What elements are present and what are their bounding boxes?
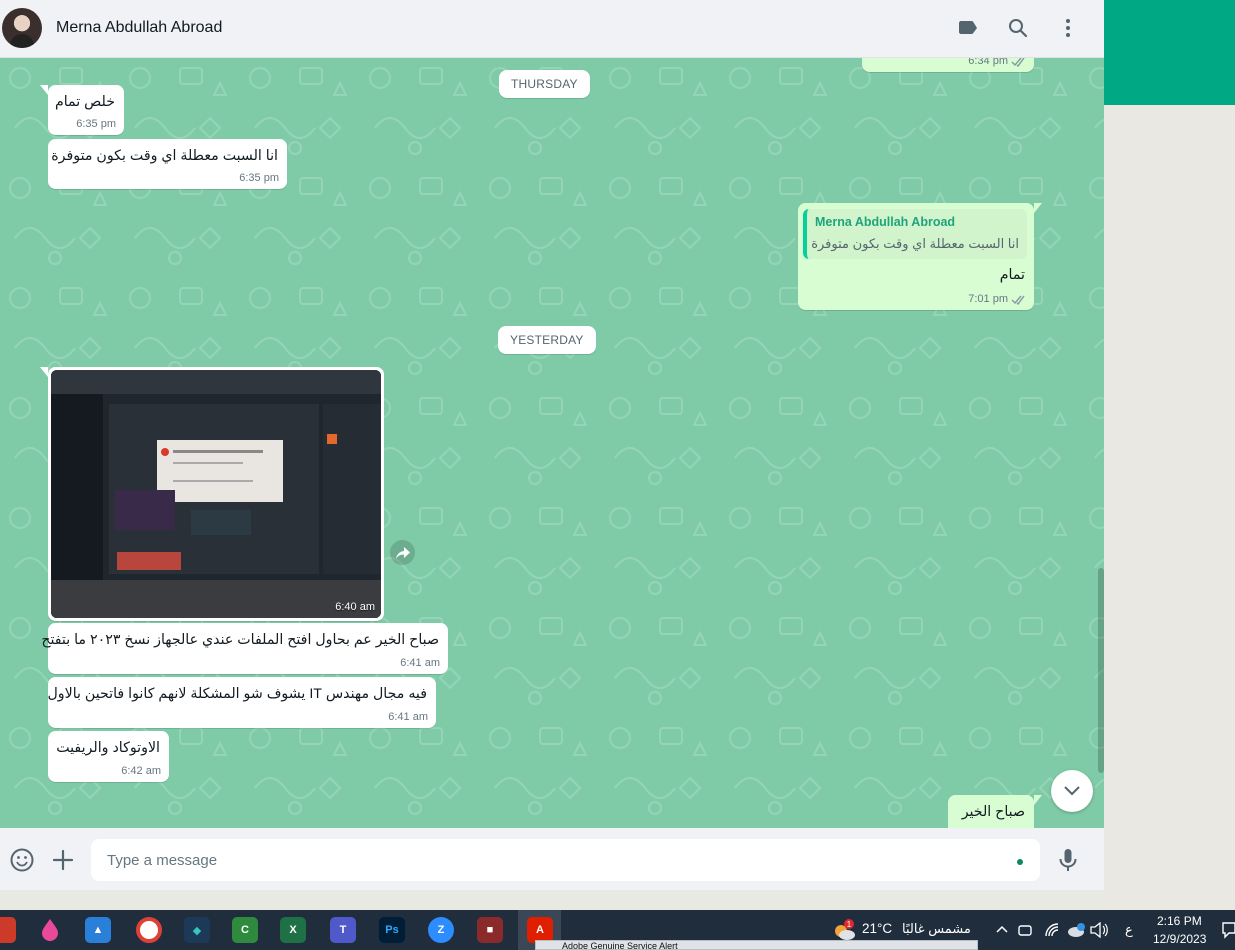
photo-thumbnail[interactable]: 6:40 am (51, 370, 381, 618)
chevron-down-icon (1064, 786, 1080, 796)
incoming-message[interactable]: خلص تمام 6:35 pm (40, 85, 124, 135)
message-time: 6:42 am (121, 765, 161, 777)
message-time: 6:41 am (400, 657, 440, 669)
input-status-dot (1017, 859, 1023, 865)
whatsapp-window: Merna Abdullah Abroad 6:34 pm THURSDAY خ… (0, 0, 1104, 890)
message-text: صباح الخير (961, 804, 1025, 820)
day-separator: YESTERDAY (498, 326, 596, 354)
chevron-up-icon[interactable] (996, 924, 1008, 934)
incoming-message[interactable]: فيه مجال مهندس IT يشوف شو المشكلة لانهم … (47, 677, 436, 728)
scroll-to-bottom-button[interactable] (1051, 770, 1093, 812)
notifications-icon[interactable] (1221, 921, 1235, 939)
camtasia-icon[interactable]: C (232, 917, 258, 943)
forward-icon (395, 546, 410, 559)
day-separator: THURSDAY (499, 70, 590, 98)
message-text: خلص تمام (54, 94, 115, 110)
chat-header: Merna Abdullah Abroad (0, 0, 1104, 58)
photos-icon[interactable]: ▲ (85, 917, 111, 943)
incoming-message[interactable]: الاوتوكاد والريفيت 6:42 am (48, 731, 169, 782)
attach-plus-icon[interactable] (50, 847, 76, 873)
input-language[interactable]: ع (1125, 922, 1133, 938)
quoted-text: انا السبت معطلة اي وقت بكون متوفرة (811, 236, 1019, 251)
photo-of-screen (51, 370, 381, 618)
bubble-tail (40, 85, 48, 95)
message-text: تمام (999, 267, 1025, 283)
excel-icon[interactable]: X (280, 917, 306, 943)
bubble-tail (40, 367, 48, 377)
weather-sun-icon: 1 (835, 919, 855, 940)
paint-drop-icon[interactable] (37, 917, 63, 943)
meet-now-icon[interactable] (1018, 922, 1032, 938)
bubble-tail (1034, 795, 1042, 805)
avatar[interactable] (2, 8, 42, 48)
taskbar-app-icon[interactable] (0, 917, 16, 943)
message-time: 6:41 am (388, 711, 428, 723)
outgoing-message[interactable]: صباح الخير (948, 795, 1042, 828)
microphone-icon[interactable] (1055, 847, 1081, 873)
forward-button[interactable] (390, 540, 415, 565)
wifi-icon[interactable] (1044, 922, 1060, 938)
message-time: 6:35 pm (239, 172, 279, 184)
menu-icon[interactable] (1056, 16, 1080, 40)
quoted-message[interactable]: Merna Abdullah Abroad انا السبت معطلة اي… (803, 209, 1027, 259)
incoming-message[interactable]: صباح الخير عم بحاول افتح الملفات عندي عا… (41, 623, 448, 674)
volume-icon[interactable] (1090, 922, 1108, 938)
message-composer (0, 828, 1104, 890)
message-time: 6:35 pm (76, 118, 116, 130)
message-time: 6:34 pm (968, 58, 1008, 67)
photoshop-icon[interactable]: Ps (379, 917, 405, 943)
onedrive-icon[interactable] (1066, 921, 1086, 939)
outgoing-reply-message[interactable]: Merna Abdullah Abroad انا السبت معطلة اي… (798, 203, 1042, 310)
double-check-icon (1011, 295, 1025, 305)
clock-time[interactable]: 2:16 PM (1157, 914, 1202, 928)
message-time: 7:01 pm (968, 293, 1008, 305)
chrome-icon[interactable] (136, 917, 162, 943)
teams-icon[interactable]: T (330, 917, 356, 943)
zoom-icon[interactable]: Z (428, 917, 454, 943)
outgoing-message[interactable]: 6:34 pm (862, 58, 1034, 72)
background-panel (1104, 105, 1235, 910)
weather-temperature[interactable]: 21°C (862, 921, 892, 936)
weather-badge: 1 (847, 920, 852, 929)
taskbar-window-preview[interactable]: Adobe Genuine Service Alert (535, 940, 978, 950)
contact-name[interactable]: Merna Abdullah Abroad (56, 19, 222, 37)
message-input[interactable] (91, 839, 1040, 881)
message-list[interactable]: 6:34 pm THURSDAY خلص تمام 6:35 pm انا ال… (0, 58, 1104, 828)
incoming-image-message[interactable]: 6:40 am (40, 367, 384, 621)
weather-description[interactable]: مشمس غالبًا (902, 921, 971, 937)
dev-tool-icon[interactable]: ◆ (184, 917, 210, 943)
message-text: فيه مجال مهندس IT يشوف شو المشكلة لانهم … (47, 686, 427, 702)
clock-date[interactable]: 12/9/2023 (1153, 932, 1206, 946)
double-check-icon (1011, 58, 1025, 67)
bubble-tail (1034, 203, 1042, 213)
message-text: انا السبت معطلة اي وقت بكون متوفرة (51, 148, 278, 164)
incoming-message[interactable]: انا السبت معطلة اي وقت بكون متوفرة 6:35 … (48, 139, 287, 189)
message-text: الاوتوكاد والريفيت (56, 740, 160, 756)
quoted-author: Merna Abdullah Abroad (815, 215, 956, 229)
winrar-icon[interactable]: ■ (477, 917, 503, 943)
search-icon[interactable] (1006, 16, 1030, 40)
label-icon[interactable] (956, 16, 980, 40)
message-text: صباح الخير عم بحاول افتح الملفات عندي عا… (41, 632, 439, 648)
message-time: 6:40 am (335, 601, 375, 613)
emoji-icon[interactable] (9, 847, 35, 873)
app-accent-bar (1104, 0, 1235, 105)
